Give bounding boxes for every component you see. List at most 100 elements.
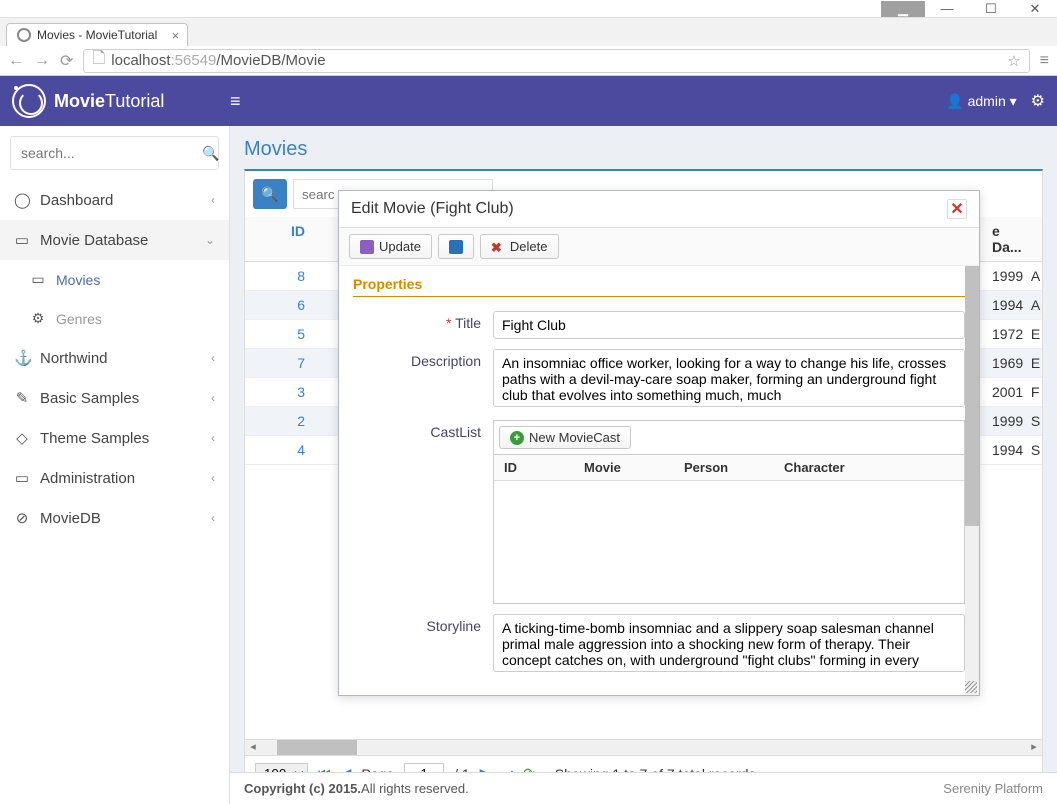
nav-item[interactable]: ▭Movies [0,260,229,299]
col-id[interactable]: ID [245,217,315,261]
cast-col-movie[interactable]: Movie [574,455,674,480]
storyline-label: Storyline [353,614,493,634]
nav-icon: ⚙ [30,310,46,327]
nav-label: Movie Database [40,232,148,249]
app-logo[interactable]: MovieTutorial [12,84,230,118]
col-release[interactable]: e Da... [982,217,1042,261]
nav-label: MovieDB [40,510,101,527]
sidebar-toggle-icon[interactable]: ≡ [230,91,241,112]
chevron-icon: ‹ [211,391,215,405]
copyright-rest: All rights reserved. [361,781,469,796]
cell-year: 1972 E [982,320,1042,348]
dialog-resize-handle[interactable] [965,681,977,693]
window-tab-min-icon[interactable]: ▁ [881,1,925,17]
edit-movie-dialog: Edit Movie (Fight Club) ✕ Update ✖Delete… [338,190,980,696]
chevron-icon: ‹ [211,193,215,207]
description-textarea[interactable] [493,349,965,407]
page-title: Movies [244,138,1043,161]
save-icon [360,240,374,254]
delete-button[interactable]: ✖Delete [480,234,559,259]
scroll-right-icon[interactable]: ▸ [1026,740,1042,755]
page-icon: 🗋 [92,47,105,74]
new-moviecast-button[interactable]: + New MovieCast [499,426,631,449]
plus-icon: + [510,431,524,445]
nav-item[interactable]: ◯Dashboard‹ [0,180,229,220]
scroll-left-icon[interactable]: ◂ [245,740,261,755]
tab-title: Movies - MovieTutorial [37,28,157,42]
nav-item[interactable]: ⚓Northwind‹ [0,338,229,378]
tab-close-icon[interactable]: × [172,28,180,43]
nav-item[interactable]: ✎Basic Samples‹ [0,378,229,418]
dialog-close-icon[interactable]: ✕ [947,199,967,219]
grid-search-button[interactable]: 🔍 [253,179,287,209]
settings-gear-icon[interactable]: ⚙ [1031,91,1045,111]
delete-icon: ✖ [491,240,505,254]
cast-col-person[interactable]: Person [674,455,774,480]
reload-icon[interactable]: ⟳ [60,51,73,71]
brand-light: Tutorial [105,91,164,111]
properties-section: Properties [353,276,965,297]
nav-icon: ⊘ [14,509,30,527]
nav-item[interactable]: ◇Theme Samples‹ [0,418,229,458]
cast-toolbar: + New MovieCast [493,420,965,454]
nav-icon: ⚓ [14,349,30,367]
back-icon[interactable]: ← [8,52,24,70]
sidebar-search-input[interactable] [21,145,202,161]
logo-swirl-icon [12,84,46,118]
cast-col-id[interactable]: ID [494,455,574,480]
cast-col-character[interactable]: Character [774,455,964,480]
cell-id: 7 [245,349,315,377]
dialog-titlebar[interactable]: Edit Movie (Fight Club) ✕ [339,191,979,228]
window-maximize-icon[interactable]: ☐ [969,1,1013,17]
browser-menu-icon[interactable]: ≡ [1040,52,1049,70]
cell-year: 1994 A [982,291,1042,319]
cell-year: 1994 S [982,436,1042,464]
storyline-textarea[interactable] [493,614,965,672]
copyright-bold: Copyright (c) 2015. [244,781,361,796]
cell-id: 3 [245,378,315,406]
dialog-scroll-thumb[interactable] [965,266,979,526]
cell-year: 1999 A [982,262,1042,290]
sidebar-search[interactable]: 🔍 [10,136,219,170]
app-header: MovieTutorial ≡ 👤 admin ▾ ⚙ [0,76,1057,126]
nav-item[interactable]: ▭ Administration ‹ [0,458,229,498]
dialog-scrollbar[interactable] [965,266,979,695]
cell-id: 8 [245,262,315,290]
cell-id: 2 [245,407,315,435]
horizontal-scrollbar[interactable]: ◂ ▸ [245,739,1042,755]
castlist-label: CastList [353,420,493,440]
chevron-icon: ‹ [211,351,215,365]
cell-year: 1999 S [982,407,1042,435]
platform-link[interactable]: Serenity Platform [943,781,1043,796]
apply-button[interactable] [438,234,474,259]
nav-item[interactable]: ▭Movie Database⌄ [0,220,229,260]
window-close-icon[interactable]: ✕ [1013,1,1057,17]
chevron-icon: ‹ [211,471,215,485]
dialog-body: Properties * Title Description CastList … [339,266,979,695]
window-titlebar: ▁ — ☐ ✕ [0,0,1057,18]
nav-item[interactable]: ⊘MovieDB‹ [0,498,229,538]
cast-grid: ID Movie Person Character [493,454,965,604]
cast-grid-header: ID Movie Person Character [494,455,964,481]
title-input[interactable] [493,311,965,339]
nav-item[interactable]: ⚙Genres [0,299,229,338]
address-bar[interactable]: 🗋 localhost:56549/MovieDB/Movie ☆ [83,49,1029,73]
scroll-thumb[interactable] [277,740,357,755]
browser-tabstrip: Movies - MovieTutorial × [0,18,1057,46]
dialog-toolbar: Update ✖Delete [339,228,979,266]
browser-tab[interactable]: Movies - MovieTutorial × [6,23,188,46]
nav-icon: ▭ [14,469,30,487]
user-menu[interactable]: 👤 admin ▾ [946,93,1016,110]
search-icon[interactable]: 🔍 [202,145,219,162]
nav-label: Administration [40,470,135,487]
cell-id: 6 [245,291,315,319]
bookmark-star-icon[interactable]: ☆ [1007,52,1020,70]
chevron-icon: ⌄ [205,233,215,247]
favicon-icon [17,28,31,42]
url-path: /MovieDB/Movie [216,52,325,69]
update-button[interactable]: Update [349,234,432,259]
forward-icon[interactable]: → [34,52,50,70]
nav-icon: ✎ [14,389,30,407]
window-minimize-icon[interactable]: — [925,1,969,16]
nav-label: Movies [56,272,100,288]
